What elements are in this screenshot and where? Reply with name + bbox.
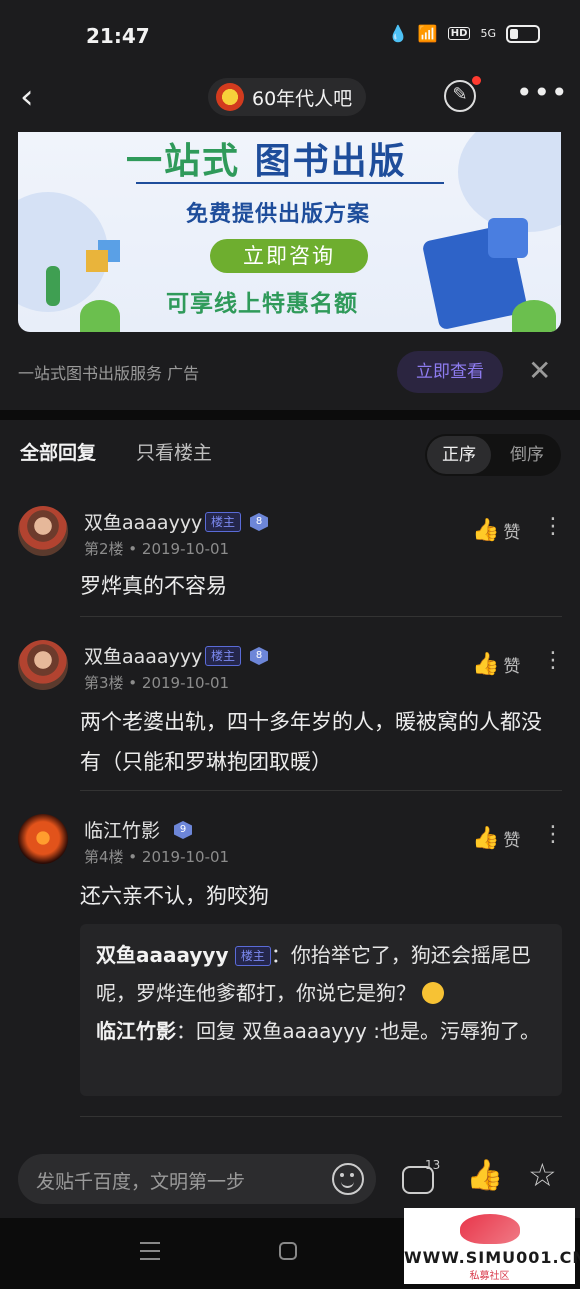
emoji-picker-icon[interactable]	[332, 1163, 364, 1195]
watermark-logo	[459, 1214, 520, 1244]
ad-decoration	[458, 132, 561, 232]
level-badge: 8	[250, 647, 268, 665]
username[interactable]: 双鱼aaaayyy	[84, 642, 202, 669]
ad-divider	[136, 182, 444, 184]
watermark-url: WWW.SIMU001.CN	[404, 1248, 580, 1267]
status-time: 21:47	[86, 24, 150, 48]
divider	[80, 1116, 562, 1117]
bush-illustration	[80, 300, 120, 332]
sub-replies[interactable]: 双鱼aaaayyy 楼主 ：你抬举它了，狗还会摇尾巴呢，罗烨连他爹都打，你说它是狗…	[80, 924, 562, 1096]
reply-placeholder: 发贴千百度，文明第一步	[36, 1171, 246, 1193]
hd-icon: HD	[447, 27, 471, 40]
watermark: WWW.SIMU001.CN 私募社区	[404, 1208, 580, 1284]
post-text: 两个老婆出轨，四十多年岁的人，暖被窝的人都没有（只能和罗琳抱团取暖）	[80, 710, 542, 774]
replies-section: 全部回复 只看楼主 正序 倒序 双鱼aaaayyy 楼主 8 第2楼 • 201…	[0, 420, 580, 1140]
ad-banner[interactable]: 一站式 图书出版 免费提供出版方案 立即咨询 可享线上特惠名额	[18, 132, 561, 332]
like-label: 赞	[503, 831, 521, 851]
ad-bottom-text: 可享线上特惠名额	[166, 291, 358, 317]
ad-caption: 一站式图书出版服务 广告	[18, 364, 200, 383]
ad-title: 一站式 图书出版	[126, 132, 407, 184]
menu-icon[interactable]	[140, 1242, 160, 1260]
like-label: 赞	[503, 523, 521, 543]
more-icon[interactable]: •••	[516, 76, 569, 109]
username[interactable]: 临江竹影	[84, 816, 160, 843]
divider	[80, 790, 562, 791]
username[interactable]: 双鱼aaaayyy	[84, 508, 202, 535]
person-illustration	[46, 266, 60, 306]
edit-icon[interactable]: ✎	[444, 80, 476, 112]
sub-reply-user[interactable]: 双鱼aaaayyy	[96, 943, 228, 967]
ad-consult-button[interactable]: 立即咨询	[210, 239, 368, 273]
back-icon[interactable]: ‹	[20, 80, 34, 114]
comment-count: 13	[425, 1158, 441, 1172]
forum-logo	[216, 83, 244, 111]
ad-subtitle: 免费提供出版方案	[186, 202, 371, 227]
ad-section: 一站式 图书出版 免费提供出版方案 立即咨询 可享线上特惠名额 一站式图书出版服…	[0, 132, 580, 410]
forum-name: 60年代人吧	[252, 87, 353, 110]
post-meta: 第2楼 • 2019-10-01	[84, 540, 230, 558]
reply-input[interactable]: 发贴千百度，文明第一步	[18, 1154, 376, 1204]
ad-title-part1: 一站式	[126, 141, 241, 182]
post-text: 还六亲不认，狗咬狗	[80, 884, 269, 908]
home-icon[interactable]	[279, 1242, 297, 1260]
status-bar: 21:47 💧 📶 HD 5G	[0, 0, 580, 70]
thumb-up-icon: 👍	[472, 652, 500, 677]
tab-op-only[interactable]: 只看楼主	[136, 438, 212, 465]
post-meta: 第3楼 • 2019-10-01	[84, 674, 230, 692]
notification-dot	[472, 76, 481, 85]
avatar[interactable]	[18, 506, 68, 556]
post-meta: 第4楼 • 2019-10-01	[84, 848, 230, 866]
sub-reply: 临江竹影：回复 双鱼aaaayyy :也是。污辱狗了。	[96, 1012, 546, 1050]
post-text: 罗烨真的不容易	[80, 574, 227, 598]
level-badge: 9	[174, 821, 192, 839]
emoji-icon	[422, 982, 445, 1004]
status-icons: 💧 📶 HD 5G	[388, 24, 540, 43]
op-badge: 楼主	[205, 646, 242, 666]
forum-pill[interactable]: 60年代人吧	[208, 78, 367, 116]
cubes-illustration	[86, 250, 108, 272]
level-badge: 8	[250, 513, 268, 531]
like-button[interactable]: 👍 赞	[472, 652, 520, 677]
sort-asc-button[interactable]: 正序	[427, 436, 491, 474]
op-badge: 楼主	[234, 946, 271, 966]
thumb-up-icon[interactable]: 👍	[466, 1158, 503, 1193]
more-vertical-icon[interactable]: ⋮	[542, 648, 564, 674]
thumb-up-icon: 👍	[472, 518, 500, 543]
sub-reply-user[interactable]: 临江竹影	[96, 1019, 176, 1043]
sort-desc-button[interactable]: 倒序	[495, 436, 559, 474]
battery-icon	[506, 24, 540, 43]
reply-bar: 发贴千百度，文明第一步 13 👍 ☆	[0, 1140, 580, 1218]
nav-bar: ‹ 60年代人吧 ✎ •••	[0, 70, 580, 132]
more-vertical-icon[interactable]: ⋮	[542, 514, 564, 540]
sort-toggle: 正序 倒序	[425, 434, 561, 476]
ad-view-button[interactable]: 立即查看	[397, 351, 503, 393]
star-icon[interactable]: ☆	[528, 1156, 557, 1194]
like-label: 赞	[503, 657, 521, 677]
drop-icon: 💧	[387, 24, 408, 43]
thumb-up-icon: 👍	[472, 826, 500, 851]
sub-reply-text: ：回复 双鱼aaaayyy :也是。污辱狗了。	[176, 1019, 540, 1043]
ad-title-part2: 图书出版	[254, 141, 407, 182]
like-button[interactable]: 👍 赞	[472, 518, 520, 543]
divider	[80, 616, 562, 617]
like-button[interactable]: 👍 赞	[472, 826, 520, 851]
tab-all-replies[interactable]: 全部回复	[20, 438, 96, 465]
more-vertical-icon[interactable]: ⋮	[542, 822, 564, 848]
watermark-sub: 私募社区	[469, 1271, 510, 1282]
close-icon[interactable]: ✕	[528, 354, 551, 388]
sub-reply: 双鱼aaaayyy 楼主 ：你抬举它了，狗还会摇尾巴呢，罗烨连他爹都打，你说它是狗…	[96, 936, 546, 1012]
avatar[interactable]	[18, 640, 68, 690]
op-badge: 楼主	[205, 512, 242, 532]
signal-label: 5G	[480, 27, 496, 40]
section-separator	[0, 410, 580, 420]
avatar[interactable]	[18, 814, 68, 864]
puzzle-illustration	[488, 218, 528, 258]
bush-illustration	[512, 300, 556, 332]
wifi-icon: 📶	[417, 24, 438, 43]
